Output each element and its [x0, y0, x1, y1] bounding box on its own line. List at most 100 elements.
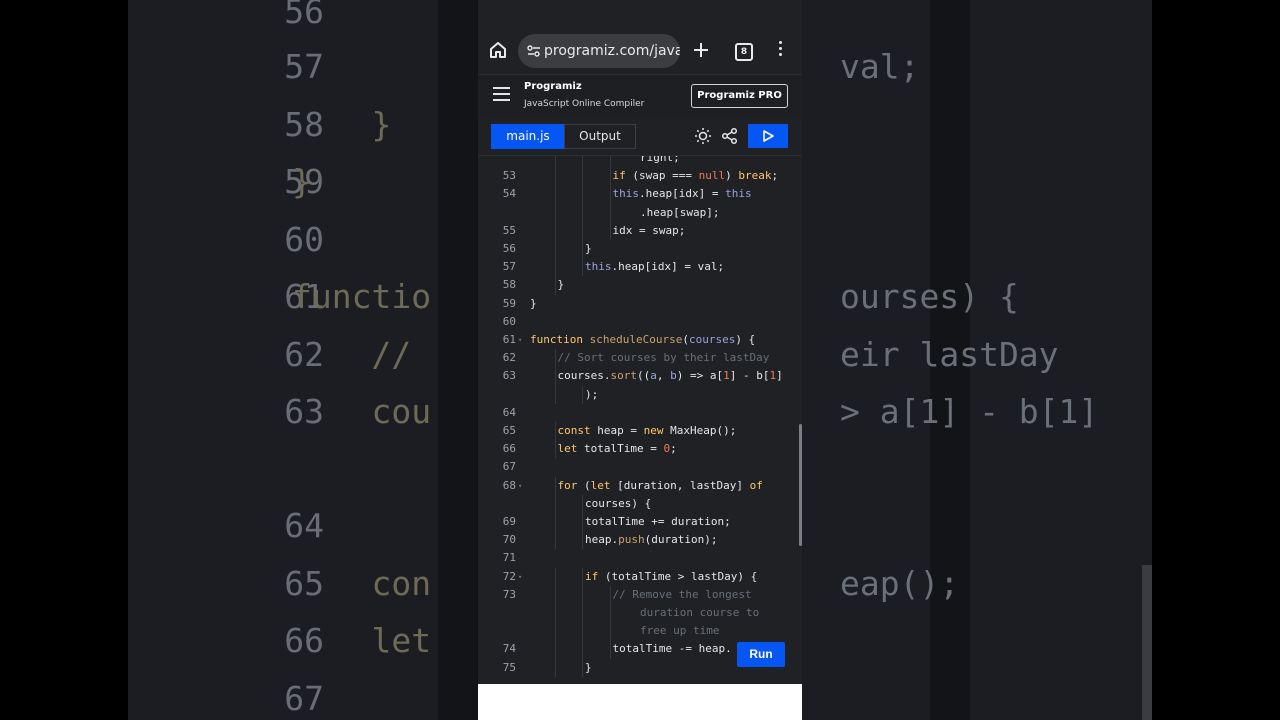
fold-arrow-icon[interactable]: ▾	[518, 331, 522, 349]
browser-menu-icon[interactable]	[778, 41, 784, 59]
new-tab-icon[interactable]	[691, 40, 711, 60]
code-line[interactable]: let totalTime = 0;	[558, 440, 677, 458]
share-icon[interactable]	[721, 127, 739, 145]
indent-guide	[582, 604, 584, 623]
compiler-subtitle: JavaScript Online Compiler	[524, 99, 645, 109]
indent-guide	[609, 203, 611, 222]
indent-guide	[554, 167, 556, 186]
hamburger-menu-icon[interactable]	[493, 87, 510, 101]
code-line[interactable]: this.heap[idx] = this	[613, 185, 752, 203]
background-code-left: let	[292, 621, 432, 660]
line-number: 74	[502, 642, 516, 656]
indent-guide	[582, 567, 584, 586]
theme-toggle-icon[interactable]	[694, 127, 712, 145]
tab-switcher-icon[interactable]: 8	[735, 43, 753, 61]
indent-guide	[582, 513, 584, 532]
code-line[interactable]: courses) {	[585, 495, 651, 513]
code-line[interactable]: .heap[swap];	[640, 204, 719, 222]
indent-guide	[554, 585, 556, 604]
indent-guide	[554, 258, 556, 277]
line-number: 75	[502, 660, 516, 674]
code-line[interactable]: // Remove the longest	[613, 586, 752, 604]
indent-guide	[554, 622, 556, 641]
code-line[interactable]: // Sort courses by their lastDay	[558, 349, 770, 367]
code-line[interactable]: heap.push(duration);	[585, 531, 717, 549]
code-line[interactable]: courses.sort((a, b) => a[1] - b[1]	[558, 367, 783, 385]
code-line[interactable]: }	[585, 240, 592, 258]
fold-arrow-icon[interactable]: ▾	[518, 477, 522, 495]
editor-scrollbar[interactable]	[799, 424, 802, 546]
line-number	[478, 156, 516, 167]
indent-guide	[582, 221, 584, 240]
indent-guide	[609, 622, 611, 641]
code-line[interactable]: }	[558, 276, 565, 294]
url-text[interactable]: programiz.com/javasc	[544, 34, 680, 68]
indent-guide	[554, 203, 556, 222]
programiz-pro-button[interactable]: Programiz PRO	[691, 84, 788, 108]
code-line[interactable]: free up time	[640, 622, 719, 640]
code-line[interactable]: duration course to	[640, 604, 759, 622]
tab-output[interactable]: Output	[564, 124, 636, 149]
line-number: 68	[502, 478, 516, 492]
background-code-right: val;	[840, 47, 920, 86]
code-line[interactable]: if (swap === null) break;	[613, 167, 779, 185]
code-line[interactable]: for (let [duration, lastDay] of	[558, 477, 763, 495]
background-code-right: eir lastDay	[840, 335, 1059, 374]
line-number: 59	[502, 296, 516, 310]
code-line[interactable]: right;	[640, 156, 680, 167]
indent-guide	[554, 513, 556, 532]
code-editor[interactable]: right; 53 if (swap === null) break; 54 this.…	[478, 156, 802, 684]
fold-arrow-icon[interactable]: ▾	[518, 568, 522, 586]
indent-guide	[582, 240, 584, 259]
line-number: 58	[502, 278, 516, 292]
code-line[interactable]: totalTime -= heap.	[613, 640, 732, 658]
background-line-number: 57	[284, 47, 324, 86]
background-line-number: 64	[284, 506, 324, 545]
code-line[interactable]: idx = swap;	[613, 222, 686, 240]
home-icon[interactable]	[488, 40, 508, 60]
code-line[interactable]: if (totalTime > lastDay) {	[585, 568, 757, 586]
code-line[interactable]: );	[585, 386, 598, 404]
indent-guide	[582, 258, 584, 277]
background-line-number: 56	[284, 0, 324, 31]
line-number: 63	[502, 369, 516, 383]
background-line-number: 67	[284, 679, 324, 718]
line-number: 53	[502, 169, 516, 183]
programiz-logo[interactable]: Programiz	[524, 81, 582, 92]
run-button[interactable]: Run	[737, 642, 785, 667]
indent-guide	[554, 567, 556, 586]
line-number: 54	[502, 187, 516, 201]
line-number: 67	[502, 460, 516, 474]
indent-guide	[582, 640, 584, 659]
indent-guide	[609, 167, 611, 186]
line-number	[478, 204, 516, 222]
background-code-left: }	[292, 162, 312, 201]
line-number	[478, 604, 516, 622]
indent-guide	[554, 156, 556, 168]
background-code-left: functio	[292, 277, 432, 316]
line-number: 69	[502, 515, 516, 528]
indent-guide	[609, 221, 611, 240]
address-bar[interactable]: programiz.com/javasc	[518, 34, 680, 68]
indent-guide	[554, 658, 556, 677]
site-settings-icon[interactable]	[526, 43, 542, 59]
background-code-right: ourses) {	[840, 277, 1019, 316]
run-play-button[interactable]	[748, 124, 788, 148]
code-line[interactable]: const heap = new MaxHeap();	[558, 422, 737, 440]
indent-guide	[554, 367, 556, 386]
indent-guide	[582, 385, 584, 404]
tab-main-js[interactable]: main.js	[491, 124, 565, 149]
indent-guide	[582, 494, 584, 513]
bottom-white-bar	[478, 684, 802, 720]
indent-guide	[554, 221, 556, 240]
code-line[interactable]: this.heap[idx] = val;	[585, 258, 724, 276]
indent-guide	[582, 622, 584, 641]
code-line[interactable]: function scheduleCourse(courses) {	[530, 331, 755, 349]
line-number: 64	[502, 405, 516, 419]
line-number: 70	[502, 533, 516, 547]
code-line[interactable]: totalTime += duration;	[585, 513, 731, 531]
code-line[interactable]: }	[585, 659, 592, 677]
code-line[interactable]: }	[530, 295, 537, 313]
indent-guide	[554, 240, 556, 259]
background-code-right: > a[1] - b[1]	[840, 392, 1099, 431]
